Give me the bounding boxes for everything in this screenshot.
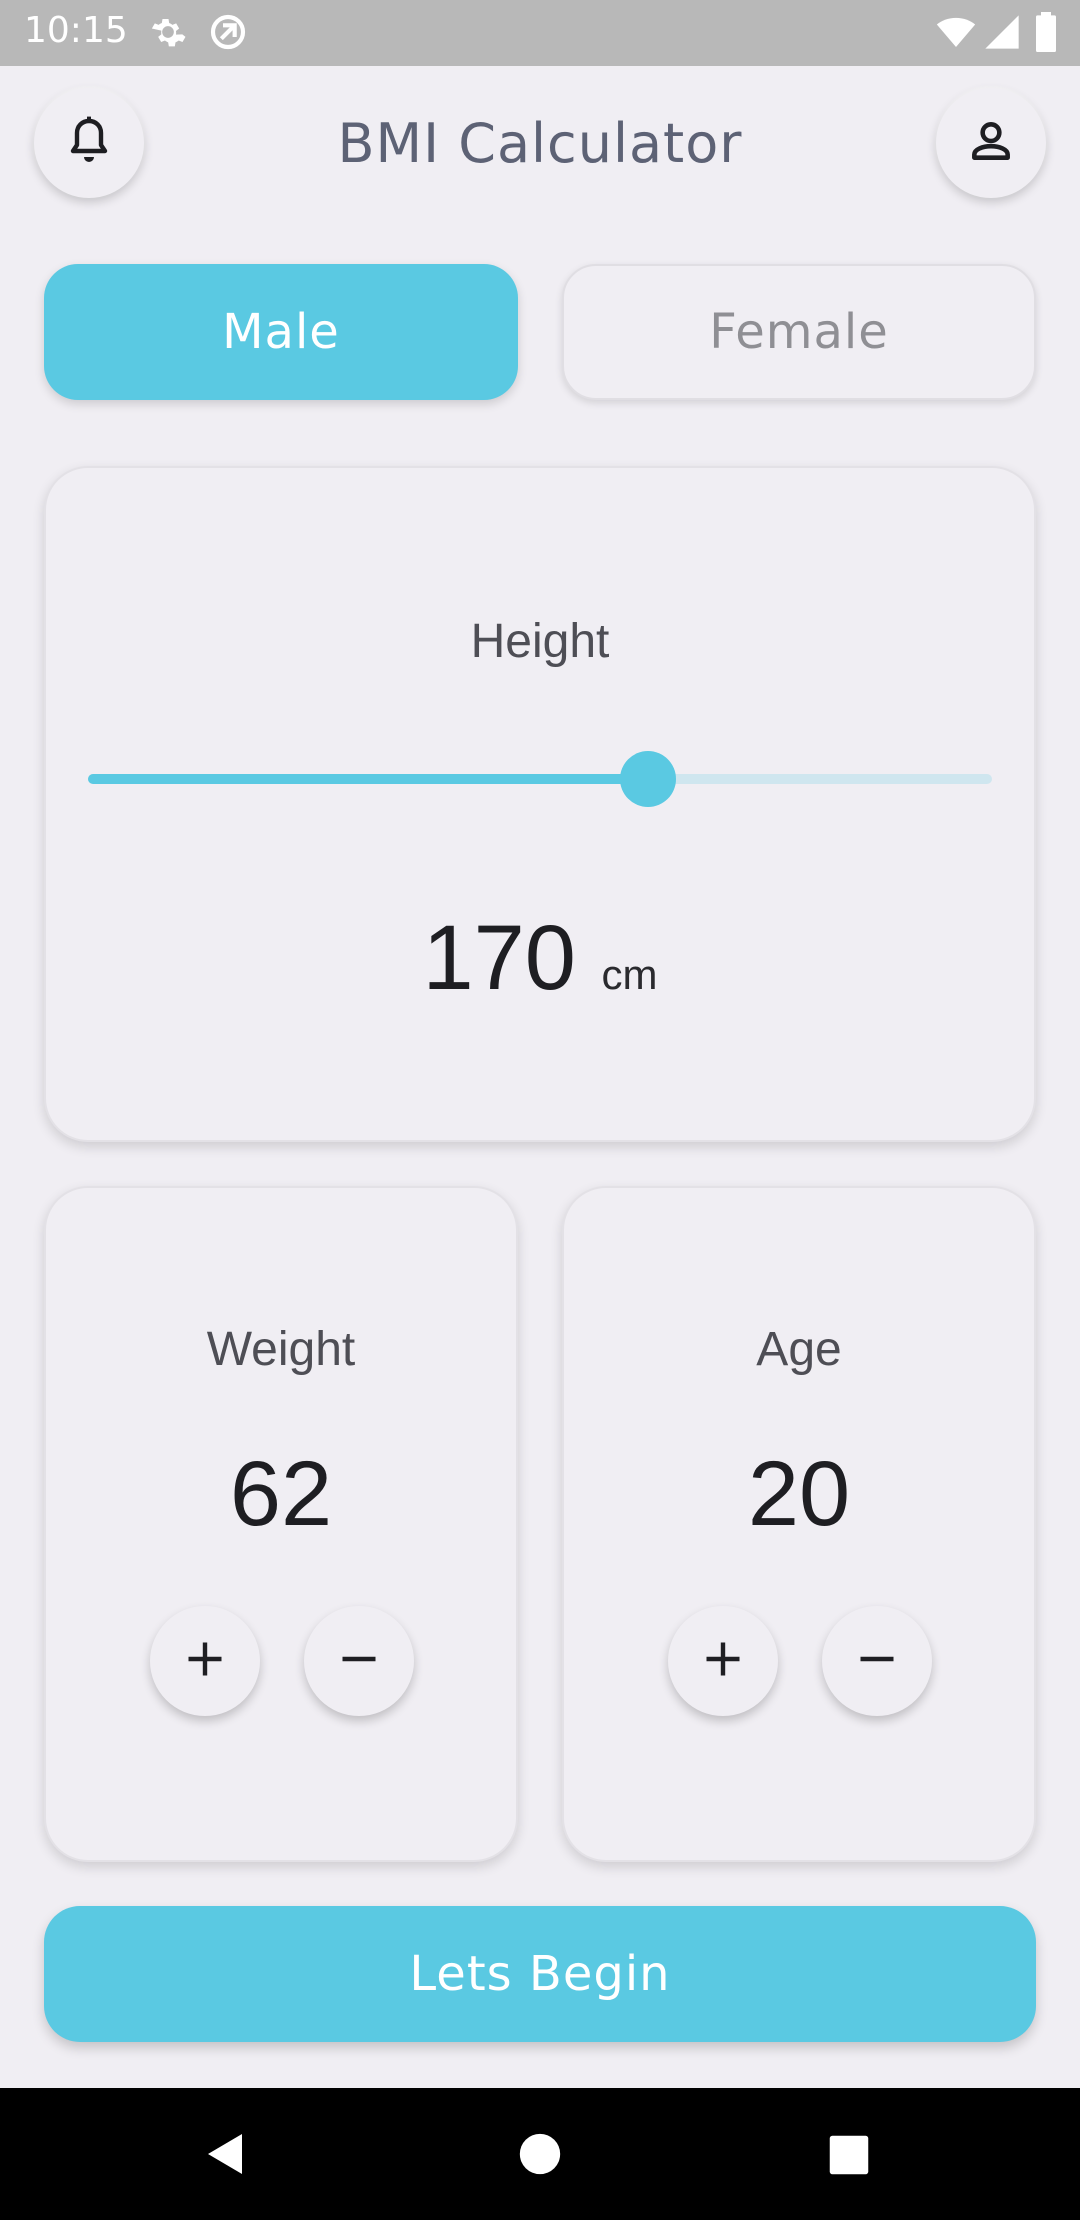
minus-icon [855,1637,899,1686]
back-icon[interactable] [202,2130,250,2183]
age-increment-button[interactable] [668,1606,778,1716]
height-unit: cm [601,951,658,998]
weight-card: Weight 62 [44,1186,518,1862]
height-slider-fill [88,774,649,784]
settings-icon [148,12,188,57]
page-title: BMI Calculator [337,112,743,175]
height-slider-thumb[interactable] [620,751,677,807]
height-slider[interactable] [88,751,992,807]
age-value: 20 [747,1443,851,1545]
status-bar: 10:15 [0,0,1080,66]
app-bar: BMI Calculator [0,66,1080,226]
age-card: Age 20 [562,1186,1036,1862]
person-icon [966,116,1016,171]
plus-icon [701,1637,745,1686]
weight-decrement-button[interactable] [304,1606,414,1716]
age-decrement-button[interactable] [822,1606,932,1716]
home-icon[interactable] [518,2132,562,2181]
weight-increment-button[interactable] [150,1606,260,1716]
male-button[interactable]: Male [44,264,518,400]
lets-begin-button[interactable]: Lets Begin [44,1906,1036,2042]
signal-icon [982,12,1022,57]
weight-value: 62 [229,1443,333,1545]
status-time: 10:15 [24,10,128,51]
battery-icon [1034,12,1058,57]
wifi-icon [934,12,978,57]
female-button[interactable]: Female [562,264,1036,400]
sync-icon [208,12,248,57]
height-value-row: 170 cm [46,906,1034,1011]
plus-icon [183,1637,227,1686]
profile-button[interactable] [936,88,1046,198]
weight-label: Weight [206,1323,356,1376]
height-label: Height [470,615,610,668]
age-label: Age [756,1323,842,1376]
height-value: 170 [422,907,576,1009]
height-card: Height 170 cm [44,466,1036,1142]
minus-icon [337,1637,381,1686]
recents-icon[interactable] [828,2134,870,2181]
navigation-bar [0,2088,1080,2220]
